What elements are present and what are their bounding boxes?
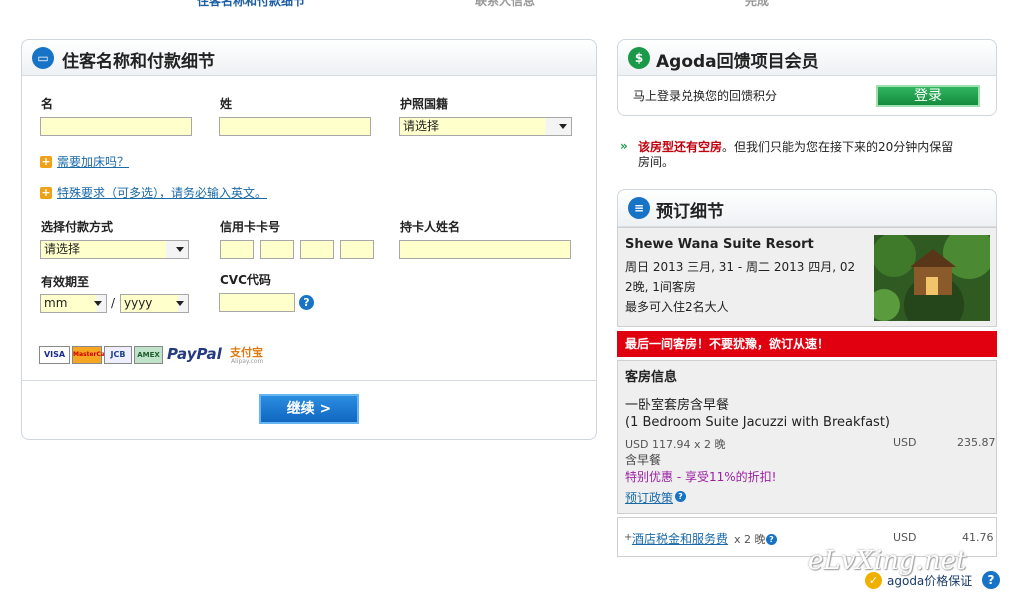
- booking-panel: ≡ 预订细节: [617, 189, 997, 227]
- payment-method-select[interactable]: 请选择: [40, 240, 189, 259]
- extra-bed-link[interactable]: 需要加床吗？: [57, 153, 129, 170]
- hotel-name: Shewe Wana Suite Resort: [625, 237, 814, 252]
- plus-icon[interactable]: +: [40, 187, 52, 199]
- card-number-part-2[interactable]: [260, 240, 294, 259]
- chevron-down-icon: [559, 124, 567, 129]
- rewards-text: 马上登录兑换您的回馈积分: [633, 89, 778, 103]
- jcb-logo: JCB: [104, 346, 132, 364]
- booking-header: ≡ 预订细节: [618, 190, 996, 227]
- occupancy: 最多可入住2名大人: [625, 300, 729, 314]
- chevron-down-icon: [176, 301, 184, 306]
- first-name-label: 名: [41, 97, 54, 111]
- mastercard-logo: MasterCard: [72, 346, 112, 364]
- cvc-input[interactable]: [219, 293, 295, 312]
- expiry-month-select[interactable]: mm: [40, 294, 107, 313]
- rate-currency: USD: [893, 436, 917, 449]
- promo-text: 特别优惠 - 享受11%的折扣!: [625, 470, 777, 484]
- divider: [22, 380, 596, 381]
- visa-logo: VISA: [39, 346, 70, 364]
- help-icon[interactable]: ?: [766, 534, 777, 545]
- expiry-year-value: yyyy: [124, 296, 153, 310]
- expiry-label: 有效期至: [41, 275, 90, 289]
- tax-total: 41.76: [962, 531, 994, 544]
- nationality-value: 请选择: [403, 119, 440, 133]
- breakfast-included: 含早餐: [625, 453, 662, 467]
- panel-title: 住客名称和付款细节: [62, 52, 215, 72]
- checkmark-icon: ✓: [865, 572, 882, 589]
- expiry-month-value: mm: [44, 296, 68, 310]
- chevron-down-icon: [176, 247, 184, 252]
- price-guarantee[interactable]: agoda价格保证: [887, 572, 972, 589]
- card-icon: ▭: [32, 47, 54, 69]
- booking-title: 预订细节: [656, 202, 724, 222]
- availability-notice: 该房型还有空房。但我们只能为您在接下来的20分钟内保留: [638, 138, 953, 155]
- tax-link[interactable]: 酒店税金和服务费: [632, 530, 728, 547]
- card-number-part-4[interactable]: [340, 240, 374, 259]
- room-name-cn: 一卧室套房含早餐: [625, 398, 730, 413]
- last-name-label: 姓: [220, 97, 233, 111]
- stay-dates: 周日 2013 三月, 31 - 周二 2013 四月, 02: [625, 260, 856, 274]
- nationality-label: 护照国籍: [400, 97, 449, 111]
- notice-text-1: 。但我们只能为您在接下来的20分钟内保留: [722, 140, 954, 154]
- help-icon[interactable]: ?: [675, 491, 686, 502]
- login-button[interactable]: 登录: [876, 85, 980, 107]
- cvc-label: CVC代码: [220, 273, 271, 287]
- double-chevron-icon: »: [620, 139, 628, 153]
- expiry-separator: /: [111, 296, 116, 310]
- room-name-en: (1 Bedroom Suite Jacuzzi with Breakfast): [625, 415, 890, 430]
- rate-line: USD 117.94 x 2 晚: [625, 438, 726, 451]
- expiry-year-select[interactable]: yyyy: [120, 294, 189, 313]
- tax-nights: x 2 晚: [734, 533, 766, 546]
- guest-payment-panel: ▭ 住客名称和付款细节 名 姓 护照国籍 请选择 + 需要加床吗？ + 特殊要求…: [21, 39, 597, 440]
- panel-header: ▭ 住客名称和付款细节: [22, 40, 596, 76]
- rewards-title: Agoda回馈项目会员: [656, 52, 819, 72]
- room-info-title: 客房信息: [625, 370, 678, 385]
- tax-currency: USD: [893, 531, 917, 544]
- document-icon: ≡: [628, 197, 650, 219]
- step-guest-details: 住客名称和付款细节: [197, 0, 306, 8]
- payment-method-label: 选择付款方式: [41, 220, 114, 234]
- dollar-icon: $: [628, 47, 650, 69]
- continue-button[interactable]: 继续 >: [259, 394, 359, 424]
- help-icon[interactable]: ?: [982, 571, 1000, 589]
- special-request-link[interactable]: 特殊要求（可多选），请务必输入英文。: [57, 184, 267, 201]
- progress-steps: 住客名称和付款细节 联系人信息 完成: [0, 0, 1011, 8]
- payment-method-value: 请选择: [44, 242, 81, 256]
- hotel-photo: [874, 235, 990, 321]
- rewards-panel: $ Agoda回馈项目会员 马上登录兑换您的回馈积分 登录: [617, 39, 997, 116]
- step-complete: 完成: [745, 0, 770, 8]
- notice-text-2: 房间。: [638, 155, 675, 169]
- first-name-input[interactable]: [40, 117, 192, 136]
- last-name-input[interactable]: [219, 117, 371, 136]
- chevron-down-icon: [94, 301, 102, 306]
- nationality-select[interactable]: 请选择: [399, 117, 572, 136]
- paypal-logo: PayPal: [167, 345, 222, 363]
- card-number-label: 信用卡卡号: [220, 220, 281, 234]
- rate-total: 235.87: [957, 436, 996, 449]
- rewards-header: $ Agoda回馈项目会员: [618, 40, 996, 76]
- alipay-sub: Alipay.com: [231, 358, 264, 365]
- amex-logo: AMEX: [134, 346, 163, 364]
- step-contact-info: 联系人信息: [475, 0, 536, 8]
- last-room-banner: 最后一间客房！不要犹豫，欲订从速！: [617, 331, 997, 357]
- help-icon[interactable]: ?: [299, 295, 314, 310]
- booking-policy-link[interactable]: 预订政策: [625, 489, 673, 506]
- card-number-part-1[interactable]: [220, 240, 254, 259]
- notice-highlight: 该房型还有空房: [638, 140, 723, 154]
- card-number-part-3[interactable]: [300, 240, 334, 259]
- cardholder-input[interactable]: [399, 240, 571, 259]
- plus-icon[interactable]: +: [40, 156, 52, 168]
- cardholder-label: 持卡人姓名: [400, 220, 461, 234]
- nights-rooms: 2晚, 1间客房: [625, 280, 696, 294]
